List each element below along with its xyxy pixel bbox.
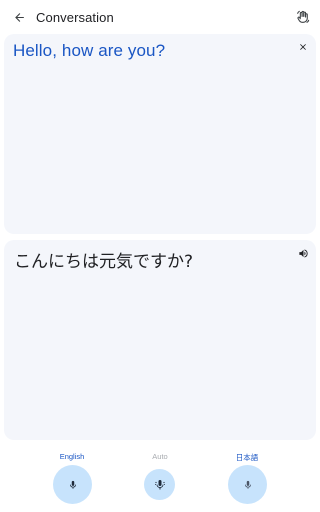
source-language-label[interactable]: English — [42, 452, 102, 461]
target-language-label[interactable]: 日本語 — [217, 452, 277, 463]
auto-mic-icon — [154, 479, 165, 489]
hand-wave-button[interactable] — [293, 7, 313, 27]
auto-mic-button[interactable] — [144, 469, 175, 500]
clear-button[interactable] — [296, 40, 310, 54]
translation-card[interactable]: こんにちは元気ですか? — [4, 240, 316, 440]
app-bar: Conversation — [0, 0, 320, 34]
speaker-icon — [298, 248, 308, 258]
auto-label[interactable]: Auto — [130, 452, 190, 461]
hand-wave-icon — [297, 10, 310, 23]
mic-icon — [244, 480, 251, 489]
page-title: Conversation — [36, 10, 114, 25]
translation-text[interactable]: こんにちは元気ですか? — [14, 247, 193, 272]
english-mic-button[interactable] — [53, 465, 92, 504]
arrow-back-icon — [14, 12, 24, 22]
japanese-mic-button[interactable] — [228, 465, 267, 504]
source-text[interactable]: Hello, how are you? — [13, 41, 165, 61]
listen-button[interactable] — [296, 246, 310, 260]
mic-icon — [69, 480, 76, 489]
close-icon — [300, 44, 306, 50]
conversation-screen: Conversation Hello, how are you? こんにちは元気… — [0, 0, 320, 512]
source-card[interactable]: Hello, how are you? — [4, 34, 316, 234]
back-button[interactable] — [9, 7, 29, 27]
